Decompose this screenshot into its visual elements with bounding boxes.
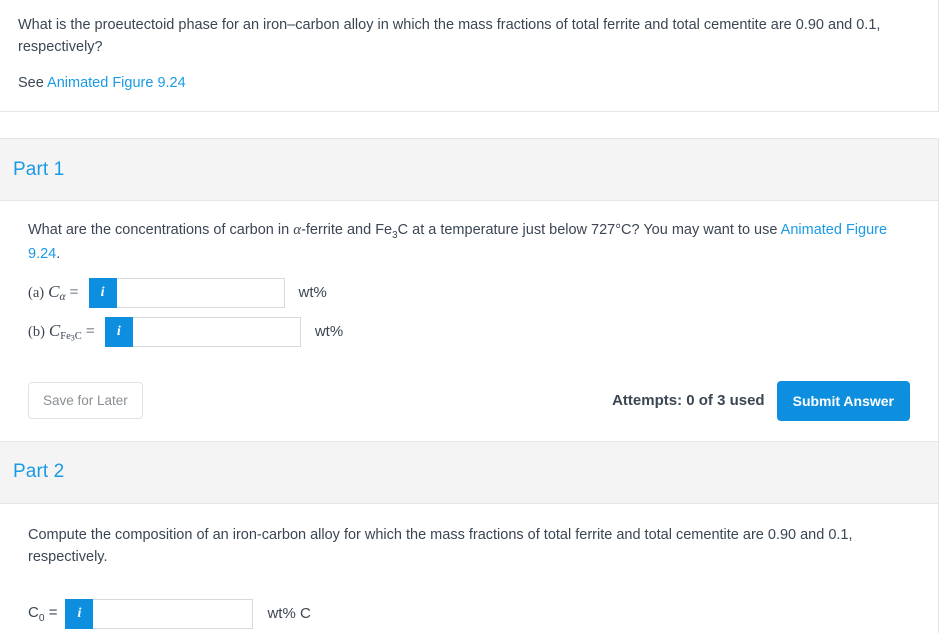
answer-a-paren: (a) <box>28 285 45 302</box>
info-icon[interactable]: i <box>65 598 94 629</box>
part1-card: Part 1 What are the concentrations of ca… <box>0 138 939 442</box>
answer-a-variable: C <box>48 282 60 302</box>
question-body: What is the proeutectoid phase for an ir… <box>0 0 938 111</box>
answer-a-label: (a) Cα = <box>28 282 83 303</box>
part1-prompt-mid: -ferrite and Fe <box>301 222 393 239</box>
question-text: What is the proeutectoid phase for an ir… <box>18 17 881 56</box>
answer-c0-equals: = <box>48 603 58 621</box>
card-gap <box>0 112 943 138</box>
animated-figure-link[interactable]: Animated Figure 9.24 <box>47 75 186 91</box>
see-prefix: See <box>18 74 48 91</box>
attempts-status: Attempts: 0 of 3 used <box>612 392 765 410</box>
part2-title: Part 2 <box>13 461 65 483</box>
c-alpha-input[interactable] <box>116 277 285 308</box>
answer-b-sub-fe: Fe <box>60 331 71 343</box>
part2-prompt: Compute the composition of an iron-carbo… <box>28 526 853 566</box>
part2-body: Compute the composition of an iron-carbo… <box>0 504 938 633</box>
answer-row-b: (b) CFe3C = i wt% <box>28 316 918 347</box>
part1-prompt-before: What are the concentrations of carbon in <box>28 222 294 239</box>
question-card: What is the proeutectoid phase for an ir… <box>0 0 939 113</box>
answer-a-unit: wt% <box>298 284 327 302</box>
answer-row-c0: C0 = i wt% C <box>28 598 918 629</box>
answer-c0-label: C0 = <box>28 604 57 624</box>
part1-action-row: Save for Later Attempts: 0 of 3 used Sub… <box>28 380 918 421</box>
info-icon[interactable]: i <box>88 277 117 308</box>
part1-prompt: What are the concentrations of carbon in… <box>28 219 908 266</box>
answer-c0-field-group: i <box>65 598 254 629</box>
question-see-line: See Animated Figure 9.24 <box>18 73 918 93</box>
part1-header: Part 1 <box>0 139 938 202</box>
answer-b-label: (b) CFe3C = <box>28 321 99 342</box>
answer-c0-subscript: 0 <box>38 612 45 624</box>
part1-prompt-mid2: C at a temperature just below 727°C? You… <box>397 222 781 239</box>
answer-b-unit: wt% <box>314 323 344 341</box>
c-fe3c-input[interactable] <box>132 316 301 347</box>
answer-b-variable: C <box>48 321 61 341</box>
c0-input[interactable] <box>93 598 254 629</box>
submit-answer-button[interactable]: Submit Answer <box>776 380 910 421</box>
info-icon[interactable]: i <box>104 316 133 347</box>
part1-title: Part 1 <box>13 158 65 180</box>
answer-a-equals: = <box>69 284 79 302</box>
answer-b-paren: (b) <box>28 324 45 341</box>
part1-right-actions: Attempts: 0 of 3 used Submit Answer <box>612 380 910 421</box>
answer-b-sub-c: C <box>74 331 82 343</box>
part2-header: Part 2 <box>0 441 938 504</box>
part1-prompt-end: . <box>56 246 61 263</box>
answer-b-equals: = <box>85 323 95 341</box>
answer-c0-unit: wt% C <box>267 605 311 623</box>
alpha-symbol: α <box>293 222 302 239</box>
answer-row-a: (a) Cα = i wt% <box>28 277 918 308</box>
answer-b-field-group: i <box>104 316 301 347</box>
save-for-later-button[interactable]: Save for Later <box>28 382 143 420</box>
assignment-page: What is the proeutectoid phase for an ir… <box>0 0 943 633</box>
part2-card: Part 2 Compute the composition of an iro… <box>0 441 939 633</box>
answer-c0-variable: C <box>28 603 39 621</box>
answer-a-field-group: i <box>88 277 285 308</box>
part1-body: What are the concentrations of carbon in… <box>0 201 938 441</box>
